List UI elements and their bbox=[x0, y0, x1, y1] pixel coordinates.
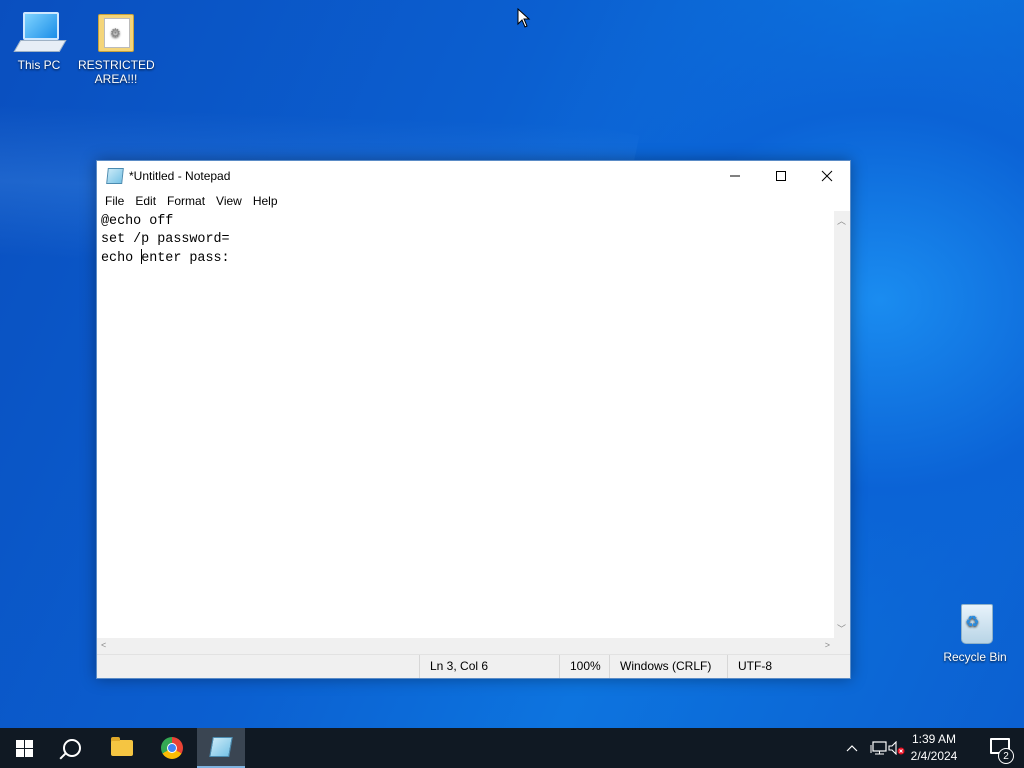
file-explorer-icon bbox=[111, 737, 133, 756]
line-text-before-caret: echo bbox=[101, 251, 142, 266]
minimize-icon bbox=[730, 175, 740, 177]
menu-edit[interactable]: Edit bbox=[130, 194, 162, 208]
desktop-icon-label: RESTRICTED AREA!!! bbox=[78, 58, 155, 86]
menu-file[interactable]: File bbox=[100, 194, 130, 208]
editor-line: echo enter pass: bbox=[101, 249, 834, 268]
show-hidden-icons-button[interactable] bbox=[846, 728, 858, 768]
chrome-button[interactable] bbox=[148, 728, 196, 768]
title-bar[interactable]: *Untitled - Notepad bbox=[97, 161, 850, 191]
notepad-window[interactable]: *Untitled - Notepad File Edit Format Vie… bbox=[96, 160, 851, 679]
chevron-up-icon bbox=[846, 745, 858, 752]
scroll-up-icon[interactable]: ︿ bbox=[837, 214, 846, 227]
menu-format[interactable]: Format bbox=[162, 194, 211, 208]
scroll-right-icon[interactable]: > bbox=[825, 640, 830, 650]
text-editor[interactable]: @echo off set /p password= echo enter pass… bbox=[97, 211, 834, 638]
desktop-icon-label: This PC bbox=[17, 58, 61, 72]
clock-date: 2/4/2024 bbox=[910, 749, 958, 763]
scroll-left-icon[interactable]: < bbox=[101, 640, 106, 650]
notepad-icon bbox=[209, 737, 233, 757]
desktop-icon-this-pc[interactable]: This PC bbox=[1, 10, 77, 72]
start-button[interactable] bbox=[0, 728, 48, 768]
maximize-button[interactable] bbox=[758, 161, 804, 191]
editor-line: set /p password= bbox=[101, 232, 230, 247]
close-icon bbox=[821, 170, 833, 182]
scroll-down-icon[interactable]: ﹀ bbox=[837, 622, 846, 635]
desktop-icon-restricted-area[interactable]: ⚙ RESTRICTED AREA!!! bbox=[78, 10, 155, 86]
status-encoding: UTF-8 bbox=[727, 655, 850, 678]
chrome-icon bbox=[161, 737, 183, 759]
clock-time: 1:39 AM bbox=[911, 732, 957, 746]
network-button[interactable] bbox=[870, 728, 888, 768]
scrollbar-corner bbox=[834, 638, 850, 654]
desktop-icon-recycle-bin[interactable]: ♻ Recycle Bin bbox=[937, 602, 1013, 664]
notepad-taskbar-button[interactable] bbox=[197, 728, 245, 768]
notepad-icon bbox=[106, 168, 124, 184]
status-bar: Ln 3, Col 6 100% Windows (CRLF) UTF-8 bbox=[97, 654, 850, 678]
taskbar: 1:39 AM 2/4/2024 2 bbox=[0, 728, 1024, 768]
file-explorer-button[interactable] bbox=[98, 728, 146, 768]
mouse-cursor-icon bbox=[517, 8, 531, 28]
search-button[interactable] bbox=[48, 728, 96, 768]
editor-line: @echo off bbox=[101, 214, 174, 229]
menu-view[interactable]: View bbox=[211, 194, 248, 208]
menu-bar: File Edit Format View Help bbox=[97, 191, 850, 211]
status-position: Ln 3, Col 6 bbox=[419, 655, 559, 678]
menu-help[interactable]: Help bbox=[248, 194, 284, 208]
maximize-icon bbox=[776, 171, 786, 181]
clock[interactable]: 1:39 AM 2/4/2024 bbox=[904, 731, 964, 765]
status-zoom: 100% bbox=[559, 655, 609, 678]
window-title: *Untitled - Notepad bbox=[129, 169, 231, 183]
computer-icon bbox=[13, 10, 67, 54]
desktop-icon-label: Recycle Bin bbox=[943, 650, 1007, 664]
status-line-ending: Windows (CRLF) bbox=[609, 655, 727, 678]
horizontal-scrollbar[interactable]: < > bbox=[97, 638, 834, 654]
folder-icon: ⚙ bbox=[94, 10, 138, 54]
search-icon bbox=[63, 739, 81, 757]
windows-logo-icon bbox=[15, 739, 33, 757]
recycle-bin-icon: ♻ bbox=[953, 602, 997, 646]
close-button[interactable] bbox=[804, 161, 850, 191]
minimize-button[interactable] bbox=[712, 161, 758, 191]
line-text-after-caret: enter pass: bbox=[141, 251, 230, 266]
notification-count-badge: 2 bbox=[998, 748, 1014, 764]
network-icon bbox=[870, 741, 887, 755]
vertical-scrollbar[interactable]: ︿ ﹀ bbox=[834, 211, 850, 638]
